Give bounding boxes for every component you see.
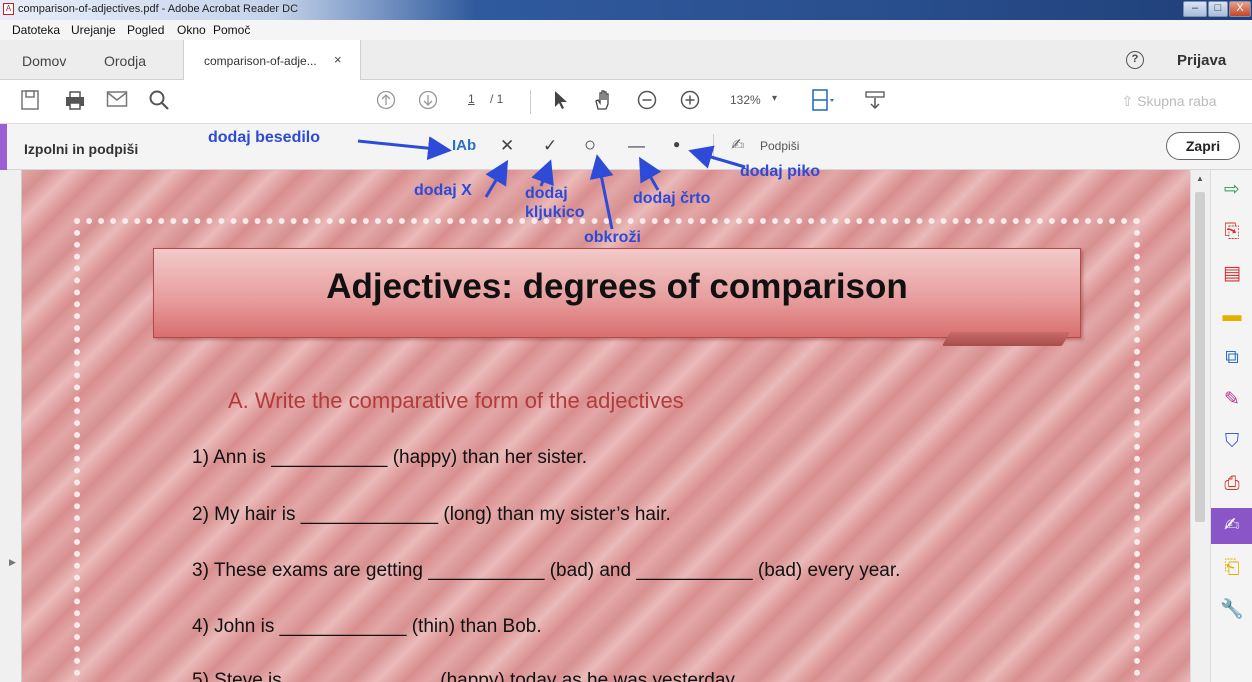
combine-files-icon[interactable]: ⧉ (1211, 340, 1252, 376)
create-pdf-icon[interactable]: ⎘ (1211, 214, 1252, 250)
tab-close-icon[interactable]: × (334, 52, 342, 67)
organize-pages-icon[interactable]: ▤ (1211, 256, 1252, 292)
email-icon[interactable] (106, 90, 128, 113)
sign-button[interactable]: Podpiši (760, 139, 799, 153)
menu-edit[interactable]: Urejanje (71, 23, 116, 37)
fill-sign-divider (713, 134, 714, 160)
close-window-button[interactable]: X (1229, 1, 1251, 17)
annotation-add-check: dodaj kljukico (525, 185, 585, 221)
sign-pen-icon[interactable]: ✍ (731, 135, 744, 155)
window-title: comparison-of-adjectives.pdf - Adobe Acr… (18, 3, 299, 15)
check-tool[interactable]: ✓ (543, 136, 557, 156)
add-text-tool[interactable]: IAb (452, 137, 476, 154)
fill-sign-accent (0, 124, 7, 170)
question-1[interactable]: 1) Ann is ___________ (happy) than her s… (192, 447, 587, 469)
close-fill-sign-button[interactable]: Zapri (1166, 132, 1240, 160)
save-icon[interactable] (20, 89, 40, 116)
zoom-in-icon[interactable] (680, 90, 700, 115)
section-heading: A. Write the comparative form of the adj… (228, 388, 684, 413)
menu-view[interactable]: Pogled (127, 23, 164, 37)
window-titlebar: A comparison-of-adjectives.pdf - Adobe A… (0, 0, 1252, 20)
expand-left-panel-icon[interactable]: ▶ (9, 557, 16, 568)
share-label: Skupna raba (1137, 93, 1217, 109)
login-button[interactable]: Prijava (1177, 52, 1226, 69)
vertical-scrollbar[interactable]: ▲ (1190, 170, 1210, 682)
annotation-circle: obkroži (584, 229, 641, 246)
share-icon: ⇧ (1121, 93, 1138, 109)
right-tools-panel: ⇨ ⎘ ▤ ▬ ⧉ ✎ ⛉ ⎙ ✍ ⎗ 🔧 (1210, 170, 1252, 682)
next-page-icon[interactable] (418, 90, 438, 115)
page-number-input[interactable]: 1 (468, 92, 475, 106)
fill-sign-label: Izpolni in podpiši (24, 141, 139, 157)
tab-tools[interactable]: Orodja (104, 53, 146, 69)
scroll-mode-icon[interactable] (864, 89, 886, 116)
zoom-level-dropdown[interactable]: 132% (730, 93, 761, 107)
select-cursor-icon[interactable] (553, 90, 569, 115)
fit-page-icon[interactable] (810, 88, 836, 119)
search-icon[interactable] (148, 89, 170, 116)
menu-window[interactable]: Okno (177, 23, 206, 37)
fill-sign-tool-icon[interactable]: ✎ (1211, 382, 1252, 418)
edit-pdf-icon[interactable]: ⎙ (1211, 466, 1252, 502)
tab-home[interactable]: Domov (22, 53, 66, 69)
main-toolbar: 1 / 1 132% ▾ ⇧ Skupna raba (0, 80, 1252, 124)
question-2[interactable]: 2) My hair is _____________ (long) than … (192, 504, 671, 526)
help-icon[interactable]: ? (1126, 51, 1144, 69)
circle-tool[interactable]: ○ (584, 134, 596, 157)
share-button[interactable]: ⇧ Skupna raba (1094, 87, 1244, 115)
line-tool[interactable]: — (628, 136, 645, 156)
fill-and-sign-active-icon[interactable]: ✍ (1211, 508, 1252, 544)
cross-tool[interactable]: ✕ (500, 136, 514, 156)
annotation-add-line: dodaj črto (633, 190, 711, 207)
comment-icon[interactable]: ▬ (1211, 298, 1252, 334)
annotation-add-dot: dodaj piko (740, 163, 820, 180)
menu-bar: Datoteka Urejanje Pogled Okno Pomoč (0, 20, 1252, 40)
question-3[interactable]: 3) These exams are getting ___________ (… (192, 560, 900, 582)
dot-tool[interactable]: ● (673, 137, 680, 151)
acrobat-app-icon: A (3, 3, 14, 15)
zoom-out-icon[interactable] (637, 90, 657, 115)
fill-sign-toolbar: Izpolni in podpiši IAb ✕ ✓ ○ — ● ✍ Podpi… (0, 124, 1252, 170)
chevron-down-icon[interactable]: ▾ (772, 93, 777, 104)
document-title: Adjectives: degrees of comparison (326, 267, 908, 306)
send-for-signature-icon[interactable]: ⎗ (1211, 550, 1252, 586)
scrollbar-thumb[interactable] (1195, 192, 1205, 522)
tab-bar: Domov Orodja comparison-of-adje... × ? P… (0, 40, 1252, 80)
annotation-add-x: dodaj X (414, 182, 472, 199)
title-banner: Adjectives: degrees of comparison (153, 248, 1081, 346)
page-total: / 1 (490, 92, 504, 106)
question-5[interactable]: 5) Steve is ______________ (happy) today… (192, 670, 739, 682)
hand-tool-icon[interactable] (592, 89, 614, 116)
menu-file[interactable]: Datoteka (12, 23, 60, 37)
tab-document-label: comparison-of-adje... (204, 54, 317, 68)
question-4[interactable]: 4) John is ____________ (thin) than Bob. (192, 616, 542, 638)
menu-help[interactable]: Pomoč (213, 23, 250, 37)
toolbar-divider (530, 90, 531, 114)
protect-icon[interactable]: ⛉ (1211, 424, 1252, 460)
export-pdf-icon[interactable]: ⇨ (1211, 172, 1252, 208)
maximize-button[interactable]: □ (1208, 1, 1228, 17)
banner-fold (941, 332, 1071, 346)
print-icon[interactable] (64, 89, 86, 116)
left-panel-handle[interactable]: ▶ (0, 170, 22, 682)
annotation-add-text: dodaj besedilo (208, 129, 321, 146)
previous-page-icon[interactable] (376, 90, 396, 115)
tab-document[interactable]: comparison-of-adje... × (183, 40, 361, 80)
minimize-button[interactable]: – (1183, 1, 1207, 17)
more-tools-icon[interactable]: 🔧 (1211, 592, 1252, 628)
scroll-up-icon[interactable]: ▲ (1196, 174, 1204, 183)
